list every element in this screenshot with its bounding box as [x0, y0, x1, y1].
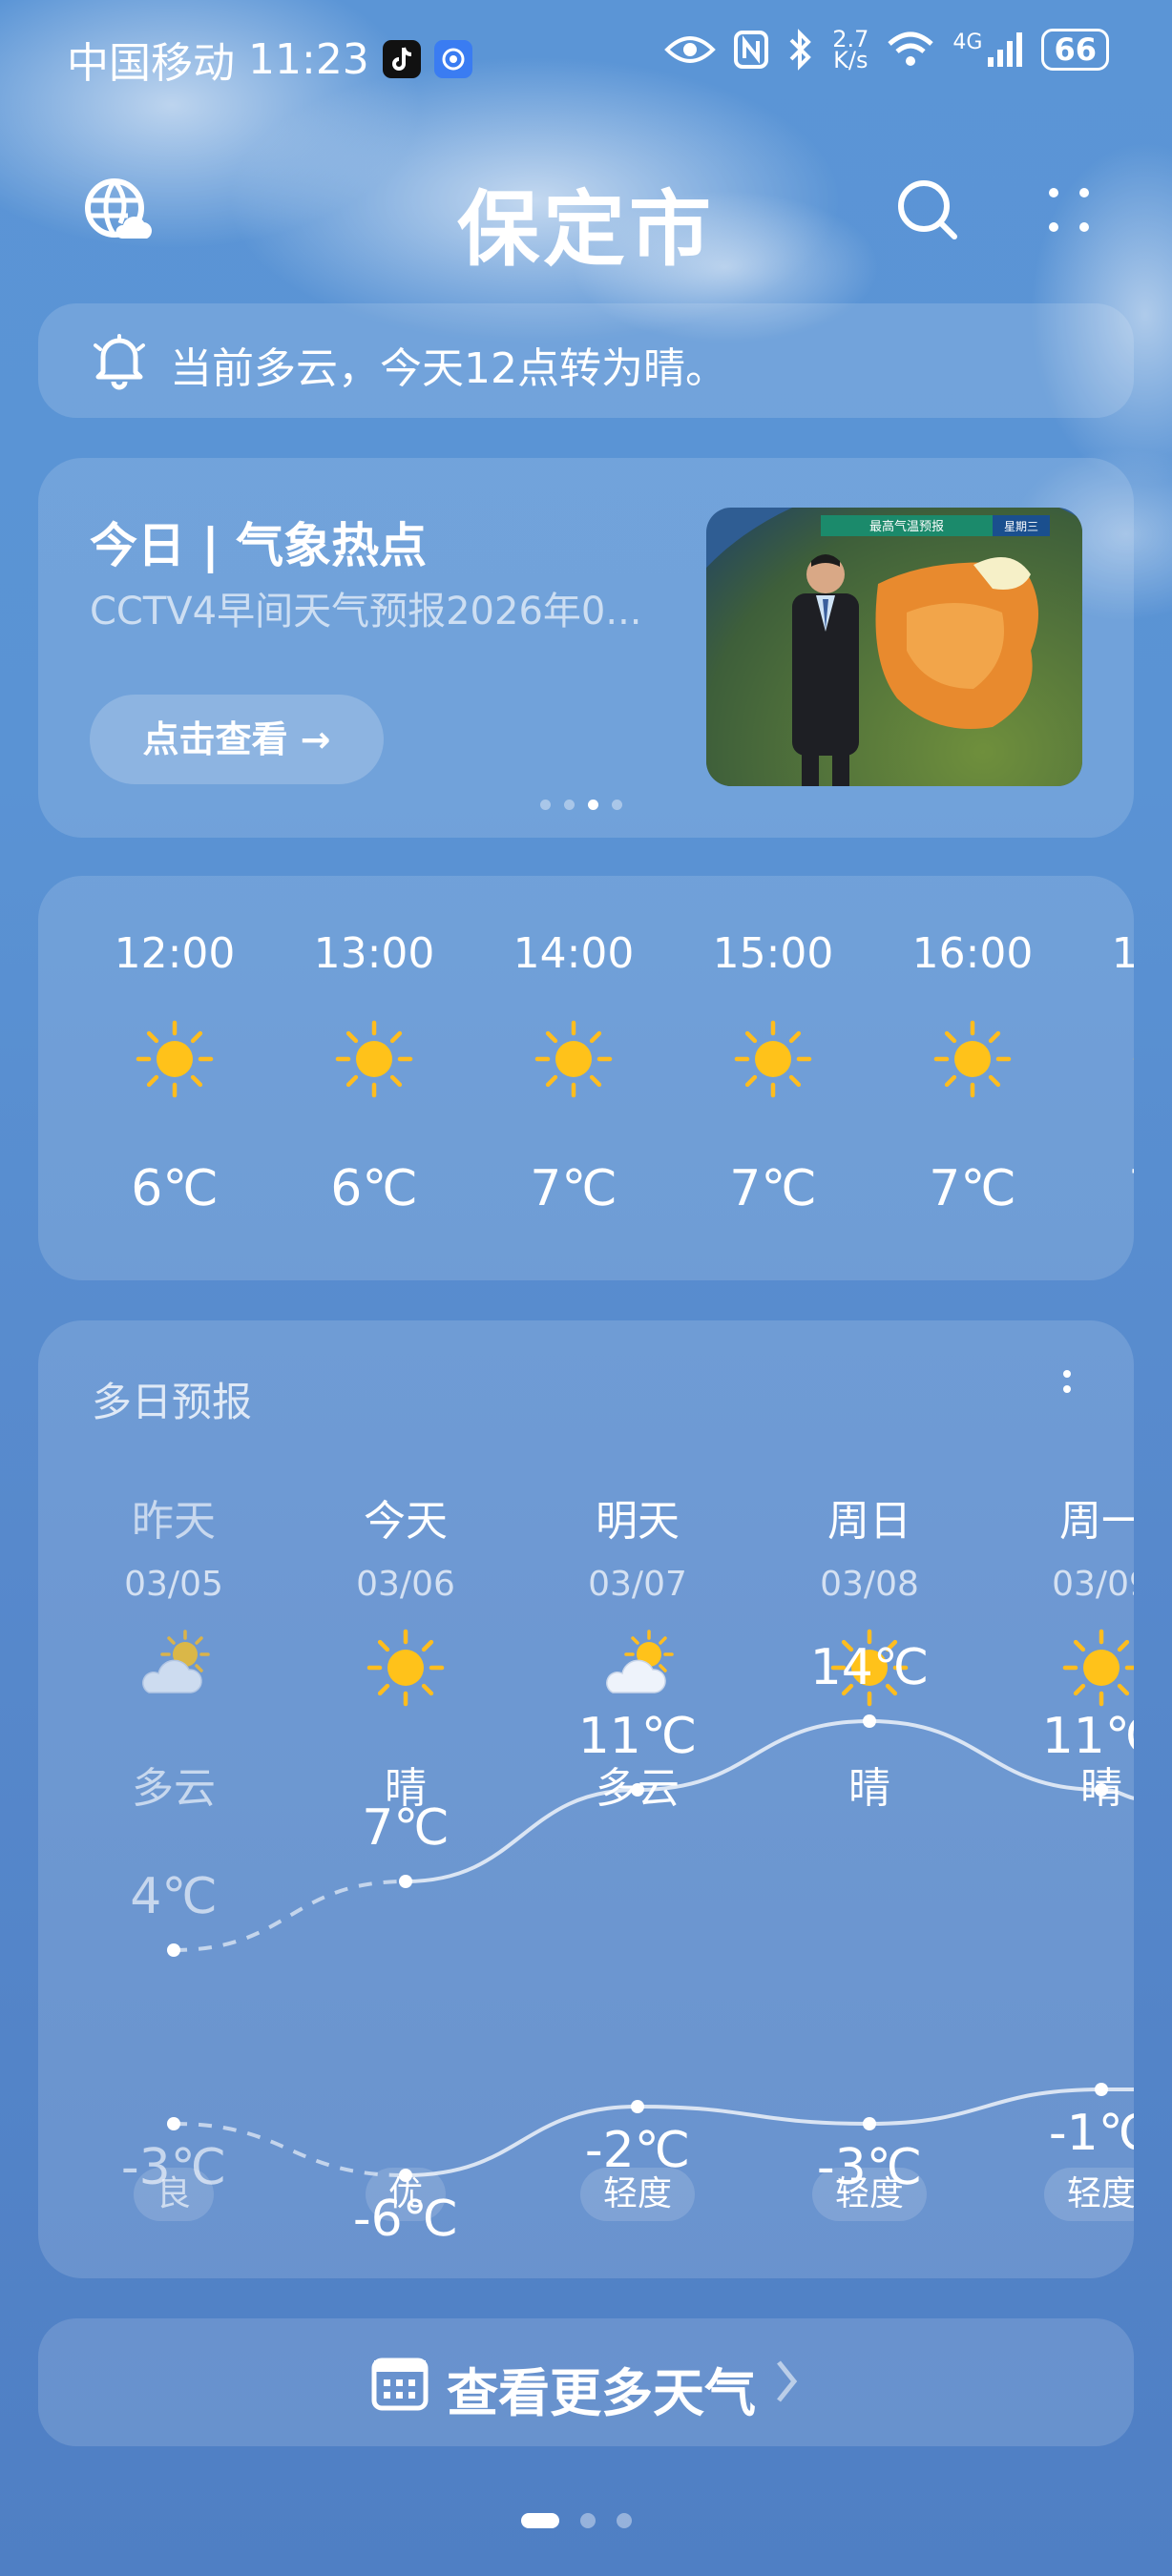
day-date: 03/08	[820, 1565, 919, 1604]
hour-temp: 6℃	[131, 1160, 219, 1217]
low-temp-point	[1095, 2083, 1108, 2096]
day-condition: 晴	[848, 1764, 890, 1813]
day-date: 03/07	[588, 1565, 687, 1604]
hotspot-title: 今日 | 气象热点	[90, 518, 428, 573]
low-temp-point	[863, 2117, 876, 2130]
air-quality-badge: 良	[133, 2168, 215, 2221]
alert-text: 当前多云，今天12点转为晴。	[170, 344, 727, 393]
day-name: 明天	[596, 1497, 680, 1546]
net-speed: 2.7 K/s	[832, 26, 869, 73]
weather-alert-bar[interactable]: 当前多云，今天12点转为晴。	[38, 303, 1134, 418]
high-temp-point	[399, 1875, 412, 1888]
air-quality-badge: 轻度	[579, 2168, 696, 2221]
day-high-temp: 7℃	[362, 1799, 450, 1857]
cellular-signal: 4G	[952, 31, 1024, 69]
thumb-day: 星期三	[1004, 520, 1038, 533]
day-high-temp: 11℃	[577, 1708, 698, 1765]
day-name: 周日	[827, 1497, 911, 1546]
air-quality-badge: 轻度	[1043, 2168, 1134, 2221]
page-indicator	[521, 2513, 632, 2528]
thumb-banner: 最高气温预报	[869, 519, 944, 534]
sun-icon	[933, 1020, 1012, 1098]
hour-temp: 7℃	[929, 1160, 1016, 1217]
sun-icon	[734, 1020, 812, 1098]
carousel-dots	[540, 800, 622, 810]
high-temp-point	[167, 1943, 180, 1957]
day-name: 今天	[364, 1497, 448, 1546]
daily-forecast[interactable]: 多日预报 昨天 03/05 多云 4℃ -3℃ 良 今天 03/06 晴 7℃ …	[38, 1320, 1134, 2278]
hour-time: 15:00	[712, 929, 834, 978]
wifi-icon	[888, 31, 934, 66]
hotspot-subtitle: CCTV4早间天气预报2026年0...	[90, 590, 642, 634]
header: 保定市	[0, 153, 1172, 278]
sun-icon	[136, 1020, 214, 1098]
low-temp-point	[167, 2117, 180, 2130]
carousel-dot	[612, 800, 622, 810]
carousel-dot-active	[588, 800, 598, 810]
day-date: 03/06	[356, 1565, 455, 1604]
hour-time: 17:00	[1111, 929, 1134, 978]
hour-time: 12:00	[114, 929, 236, 978]
hour-temp: 7℃	[1077, 1160, 1134, 1217]
bluetooth-icon	[789, 29, 812, 71]
day-name: 昨天	[132, 1497, 216, 1546]
day-low-temp: -1℃	[1048, 2105, 1134, 2162]
hour-temp: 7℃	[530, 1160, 617, 1217]
low-temp-point	[631, 2100, 644, 2113]
high-temp-point	[863, 1714, 876, 1728]
day-name: 周一	[1059, 1497, 1134, 1546]
calendar-icon	[371, 2358, 429, 2411]
nfc-icon	[734, 31, 769, 69]
hour-time: 13:00	[313, 929, 435, 978]
signal-bars-icon	[988, 32, 1023, 67]
day-date: 03/05	[124, 1565, 223, 1604]
sun-icon	[534, 1020, 613, 1098]
day-condition: 多云	[132, 1764, 216, 1813]
sun-icon	[1133, 1057, 1134, 1061]
forecast-video-thumbnail[interactable]: 最高气温预报 星期三	[706, 508, 1082, 786]
battery-indicator: 66	[1041, 29, 1109, 71]
more-grid-icon[interactable]	[1031, 172, 1107, 248]
sun-icon	[366, 1629, 445, 1707]
status-bar: 中国移动 11:23 2.7 K/s 4G 66	[0, 0, 1172, 114]
hour-time: 14:00	[513, 929, 635, 978]
page-dot	[617, 2513, 632, 2528]
more-weather-label: 查看更多天气	[447, 2363, 756, 2423]
hour-time: 16:00	[911, 929, 1034, 978]
eye-icon	[664, 36, 717, 63]
day-high-temp: 4℃	[130, 1868, 218, 1925]
hour-temp: 7℃	[729, 1160, 817, 1217]
clock: 11:23	[248, 34, 369, 84]
chevron-right-icon	[777, 2360, 798, 2402]
partly-cloudy-icon	[142, 1630, 210, 1693]
air-quality-badge: 优	[365, 2168, 447, 2221]
day-high-temp: 14℃	[809, 1639, 930, 1696]
sun-icon	[1062, 1629, 1134, 1707]
page-dot-active	[521, 2513, 559, 2528]
carrier-label: 中国移动	[67, 39, 235, 88]
day-date: 03/09	[1052, 1565, 1134, 1604]
tiktok-icon	[382, 40, 421, 78]
air-quality-badge: 轻度	[811, 2168, 928, 2221]
weather-hotspot-card[interactable]: 今日 | 气象热点 CCTV4早间天气预报2026年0... 点击查看 → 最高…	[38, 458, 1134, 838]
partly-cloudy-icon	[606, 1630, 674, 1693]
day-high-temp: 11℃	[1041, 1708, 1134, 1765]
app-notification-icon	[433, 40, 472, 78]
city-title: 保定市	[457, 182, 715, 278]
carousel-dot	[540, 800, 551, 810]
search-icon[interactable]	[889, 172, 966, 248]
hour-temp: 6℃	[330, 1160, 418, 1217]
carousel-dot	[564, 800, 575, 810]
sun-icon	[335, 1020, 413, 1098]
more-weather-button[interactable]: 查看更多天气	[38, 2318, 1134, 2446]
view-button[interactable]: 点击查看 →	[90, 695, 384, 784]
page-dot	[580, 2513, 596, 2528]
bell-icon	[94, 334, 145, 390]
forecast-map-image: 最高气温预报 星期三	[706, 508, 1082, 786]
hourly-forecast[interactable]: 12:00 6℃ 13:00 6℃ 14:00 7℃ 15:00 7℃ 16:0…	[38, 876, 1134, 1280]
